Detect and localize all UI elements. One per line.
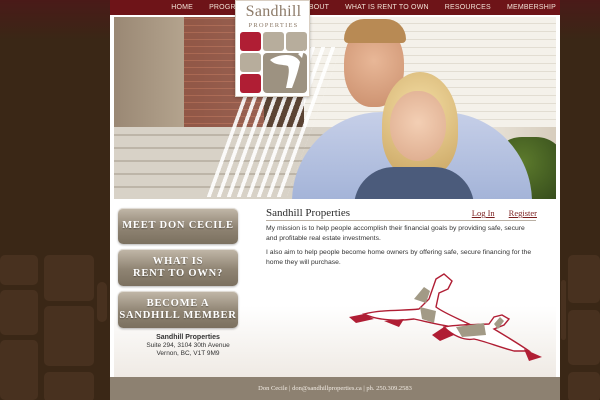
what-is-rent-to-own-button[interactable]: WHAT IS RENT TO OWN? [118,249,238,286]
company-name: Sandhill Properties [156,334,220,341]
logo-mark-icon [240,32,307,93]
mission-paragraph: My mission is to help people accomplish … [266,225,525,242]
become-a-sandhill-member-button[interactable]: BECOME A SANDHILL MEMBER [118,291,238,328]
aim-paragraph: I also aim to help people become home ow… [266,249,532,266]
address-line-1: Suite 294, 3104 30th Avenue [146,342,230,349]
footer-contact: Don Cecile | don@sandhillproperties.ca |… [110,377,560,400]
address-line-2: Vernon, BC, V1T 9M9 [156,350,220,357]
button-label: MEET DON CECILE [122,220,234,231]
button-label-line2: RENT TO OWN? [132,267,224,279]
button-label-line1: BECOME A [146,297,210,309]
nav-resources[interactable]: RESOURCES [445,4,491,11]
nav-what-is-rent-to-own[interactable]: WHAT IS RENT TO OWN [345,4,429,11]
company-address: Sandhill Properties Suite 294, 3104 30th… [118,334,258,358]
top-navigation: HOME PROGRAM OVERVIEW ABOUT WHAT IS RENT… [110,0,560,15]
logo-subtitle: PROPERTIES [248,22,299,29]
login-link[interactable]: Log In [472,208,495,218]
page-title: Sandhill Properties [266,207,351,219]
title-divider [266,220,536,221]
sandhill-logo[interactable]: Sandhill PROPERTIES [235,0,310,97]
meet-don-cecile-button[interactable]: MEET DON CECILE [118,208,238,244]
logo-wordmark: Sandhill [245,3,302,20]
button-label-line2: SANDHILL MEMBER [119,309,237,321]
main-column: HOME PROGRAM OVERVIEW ABOUT WHAT IS RENT… [110,0,560,400]
hero-photo [114,17,556,199]
flying-geese-illustration [349,273,542,361]
content-area: MEET DON CECILE WHAT IS RENT TO OWN? BEC… [114,199,556,377]
nav-home[interactable]: HOME [171,4,193,11]
nav-membership[interactable]: MEMBERSHIP [507,4,556,11]
button-label-line1: WHAT IS [152,255,204,267]
register-link[interactable]: Register [509,208,537,218]
account-links: Log In Register [458,208,537,218]
